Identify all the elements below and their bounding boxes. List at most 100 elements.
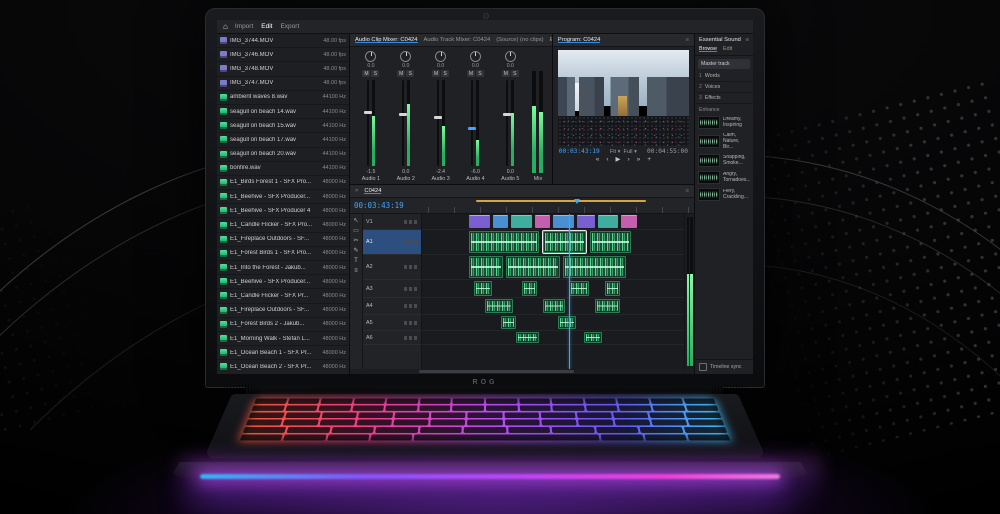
bin-item[interactable]: seagull on beach 17.wav44100 Hz [217, 133, 349, 147]
bin-item[interactable]: E1_Fireplace Outdoors - SF...48000 Hz [217, 304, 349, 318]
video-clip[interactable] [493, 215, 509, 228]
pan-knob[interactable] [365, 51, 376, 62]
mute-button[interactable]: M [432, 70, 440, 77]
audio-clip[interactable] [558, 316, 576, 329]
audio-clip[interactable] [474, 281, 492, 296]
audio-clip[interactable] [590, 231, 631, 253]
sound-preset-card[interactable]: Angry, Tornadoes... [695, 169, 753, 186]
sound-preset-card[interactable]: Snapping, Smoke... [695, 152, 753, 169]
mute-button[interactable]: M [502, 70, 510, 77]
home-icon[interactable]: ⌂ [223, 23, 228, 31]
timeline-timecode[interactable]: 00:03:43:19 [350, 198, 428, 213]
sound-preset-card[interactable]: Calm, Nature, Bir... [695, 131, 753, 152]
mute-button[interactable]: M [362, 70, 370, 77]
fader-handle[interactable] [503, 113, 511, 116]
essential-category[interactable]: 1Words [695, 71, 753, 82]
bin-item[interactable]: E1_Candle Flicker - SFX Pro...48000 Hz [217, 218, 349, 232]
bin-item[interactable]: E1_Into the Forest - Jakub...48000 Hz [217, 261, 349, 275]
timeline-tab[interactable]: C0424 [364, 188, 381, 194]
audio-clip[interactable] [543, 299, 566, 313]
track-header-v1[interactable]: V1 [363, 214, 421, 230]
timeline-sync-row[interactable]: Timeline sync [695, 359, 753, 374]
sound-preset-card[interactable]: Fiery, Crackling... [695, 186, 753, 203]
playhead[interactable] [569, 214, 570, 369]
track-toggle-icons[interactable] [404, 265, 418, 269]
video-clip[interactable] [621, 215, 637, 228]
pan-knob[interactable] [470, 51, 481, 62]
track-header-a2[interactable]: A2 [363, 255, 421, 280]
solo-button[interactable]: S [441, 70, 449, 77]
video-clip[interactable] [469, 215, 490, 228]
solo-button[interactable]: S [371, 70, 379, 77]
type-tool-icon[interactable]: T [354, 258, 358, 264]
audio-clip[interactable] [485, 299, 513, 313]
track-toggle-icons[interactable] [404, 304, 418, 308]
menu-item-import[interactable]: Import [235, 23, 253, 30]
fader-handle[interactable] [399, 113, 407, 116]
video-clip[interactable] [511, 215, 532, 228]
fader-track[interactable] [437, 80, 439, 166]
pan-knob[interactable] [400, 51, 411, 62]
work-area-bar[interactable] [476, 200, 646, 202]
pen-tool-icon[interactable]: ✎ [353, 248, 358, 254]
fader-track[interactable] [471, 80, 473, 166]
audio-clip[interactable] [469, 231, 539, 253]
step-forward-icon[interactable]: › [627, 157, 629, 164]
horizontal-scrollbar[interactable] [350, 369, 694, 374]
video-clip[interactable] [553, 215, 574, 228]
playhead-marker[interactable] [574, 199, 580, 204]
track-header-a1[interactable]: A1 [363, 230, 421, 255]
audio-clip[interactable] [522, 281, 537, 296]
bin-item[interactable]: IMG_3744.MOV48.00 fps [217, 34, 349, 48]
video-clip[interactable] [598, 215, 619, 228]
tool-menu-icon[interactable]: ≡ [354, 268, 358, 274]
program-video-frame[interactable] [558, 50, 689, 146]
bin-item[interactable]: E1_Forest Birds 2 - Jakub...48000 Hz [217, 318, 349, 332]
bin-item[interactable]: seagull on beach 14.wav44100 Hz [217, 105, 349, 119]
essential-menu-icon[interactable]: ≡ [746, 37, 749, 43]
bin-item[interactable]: E1_Fireplace Outdoors - SF...48000 Hz [217, 233, 349, 247]
timeline-menu-icon[interactable]: ≡ [686, 188, 689, 194]
button-editor-icon[interactable]: + [647, 157, 651, 164]
go-to-out-icon[interactable]: » [637, 157, 641, 164]
track-header-a3[interactable]: A3 [363, 280, 421, 298]
bin-item[interactable]: bonfire.wav44100 Hz [217, 162, 349, 176]
bin-item[interactable]: seagull on beach 15.wav44100 Hz [217, 119, 349, 133]
solo-button[interactable]: S [511, 70, 519, 77]
solo-button[interactable]: S [476, 70, 484, 77]
track-header-a4[interactable]: A4 [363, 298, 421, 315]
panel-menu-icon[interactable]: ≡ [686, 37, 689, 43]
audio-clip[interactable] [595, 299, 621, 313]
timeline-ruler[interactable] [428, 198, 694, 213]
audio-clip[interactable] [569, 281, 589, 296]
bin-item[interactable]: E1_Ocean Beach 1 - SFX Pr...48000 Hz [217, 346, 349, 360]
fader-handle[interactable] [434, 116, 442, 119]
fader-handle[interactable] [468, 127, 476, 130]
bin-item[interactable]: IMG_3748.MOV48.00 fps [217, 62, 349, 76]
bin-item[interactable]: E1_Candle Flicker - SFX Pr...48000 Hz [217, 289, 349, 303]
audio-clip[interactable] [516, 332, 539, 343]
bin-item[interactable]: E1_Morning Walk - Stefan L...48000 Hz [217, 332, 349, 346]
menu-item-edit[interactable]: Edit [261, 23, 272, 30]
essential-tab-edit[interactable]: Edit [723, 46, 732, 52]
bin-item[interactable]: IMG_3747.MOV48.00 fps [217, 77, 349, 91]
audio-clip[interactable] [469, 256, 502, 278]
sound-preset-card[interactable]: Dreamy, Inspiring [695, 114, 753, 131]
razor-tool-icon[interactable]: ✂ [353, 238, 358, 244]
track-select-tool-icon[interactable]: ▭ [353, 228, 359, 234]
solo-button[interactable]: S [406, 70, 414, 77]
program-timecode[interactable]: 00:03:43:19 [559, 148, 600, 155]
fader-handle[interactable] [364, 111, 372, 114]
audio-clip[interactable] [584, 332, 602, 343]
mute-button[interactable]: M [467, 70, 475, 77]
bin-item[interactable]: IMG_3746.MOV48.00 fps [217, 48, 349, 62]
mixer-tab[interactable]: Audio Clip Mixer: C0424 [355, 37, 418, 43]
bin-item[interactable]: E1_Forest Birds 1 - SFX Pro...48000 Hz [217, 247, 349, 261]
pan-knob[interactable] [435, 51, 446, 62]
timeline-tracks[interactable] [422, 214, 684, 369]
video-clip[interactable] [577, 215, 595, 228]
bin-item[interactable]: ambient waves 8.wav44100 Hz [217, 91, 349, 105]
video-clip[interactable] [535, 215, 551, 228]
bin-item[interactable]: E1_Beehive - SFX Producer...48000 Hz [217, 275, 349, 289]
track-toggle-icons[interactable] [404, 220, 418, 224]
